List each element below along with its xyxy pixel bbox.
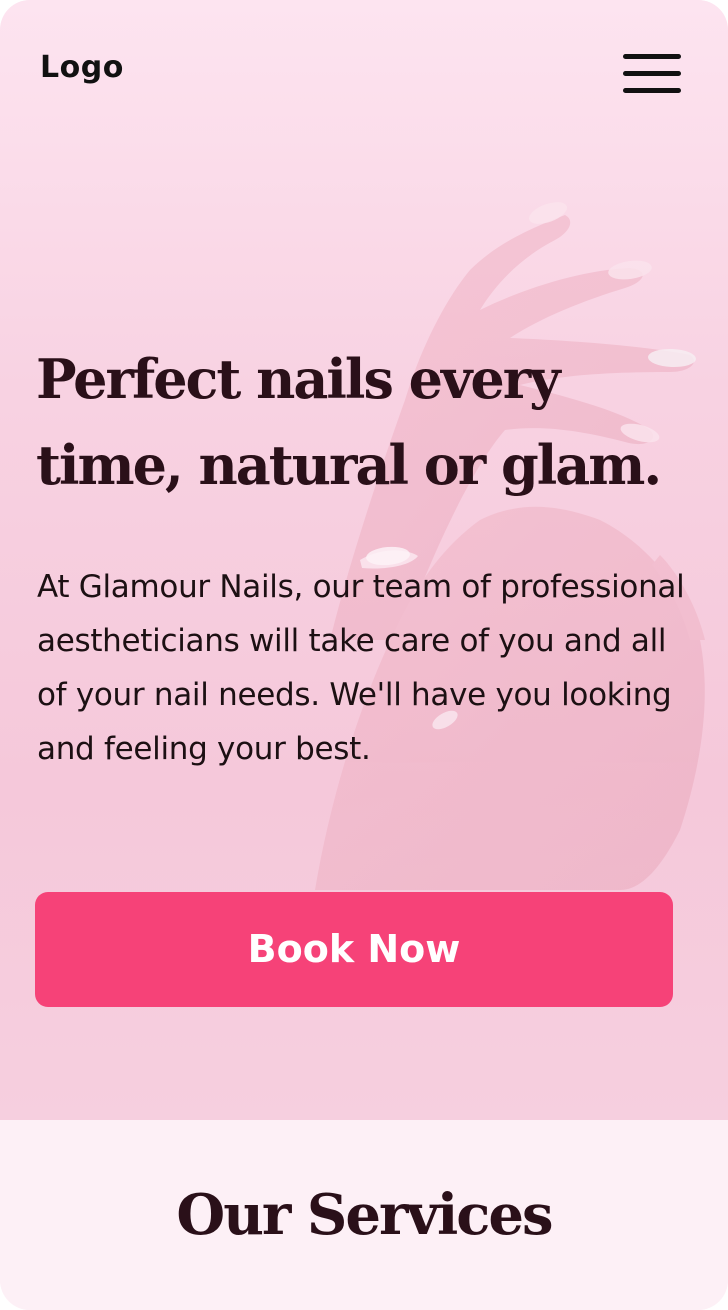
menu-bar-top [623, 54, 681, 59]
logo[interactable]: Logo [40, 50, 124, 85]
phone-screen: Logo Perfect nails every time, natural o… [0, 0, 728, 1310]
hamburger-menu-icon[interactable] [620, 50, 684, 96]
menu-bar-middle [623, 71, 681, 76]
menu-bar-bottom [623, 88, 681, 93]
hero-section: Logo Perfect nails every time, natural o… [0, 0, 728, 1120]
hero-headline: Perfect nails every time, natural or gla… [36, 347, 662, 497]
site-header: Logo [0, 0, 728, 150]
hero-description: At Glamour Nails, our team of profession… [37, 569, 685, 767]
book-now-button[interactable]: Book Now [35, 892, 673, 1007]
services-title: Our Services [176, 1182, 553, 1248]
